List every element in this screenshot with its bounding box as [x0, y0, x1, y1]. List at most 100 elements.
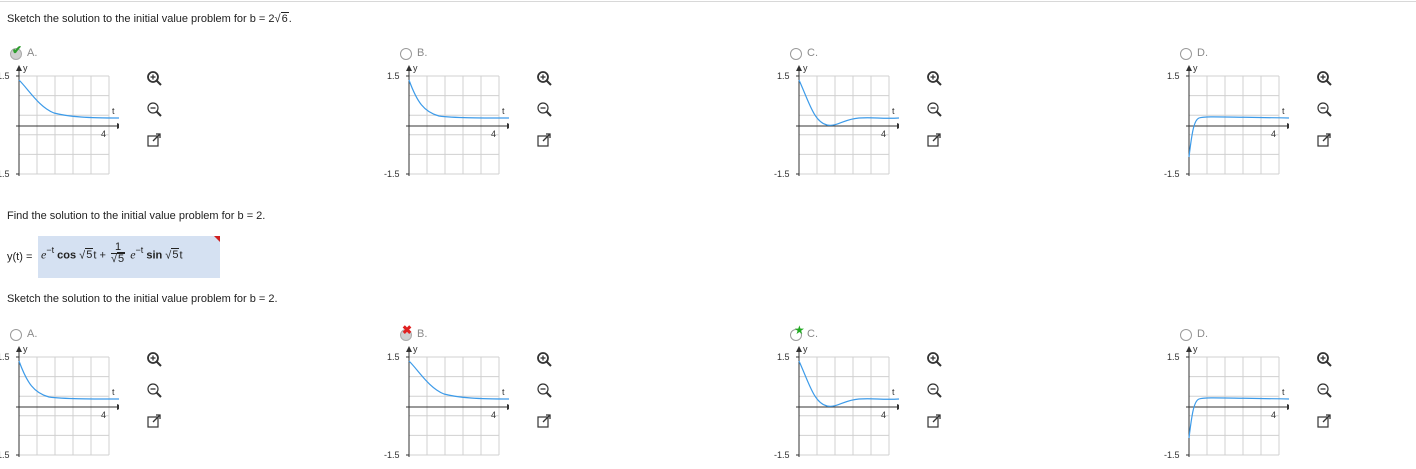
x-axis-arrow	[507, 404, 514, 410]
y-axis-label: y	[1193, 63, 1198, 73]
open-external-icon[interactable]	[536, 132, 553, 149]
open-external-button[interactable]	[146, 132, 163, 149]
choice-option-b[interactable]: ✖ B. y 1.5 -1.5 t 4	[384, 324, 580, 469]
graph-grid	[798, 356, 890, 456]
zoom-in-button[interactable]	[536, 70, 553, 87]
answer-lhs: y(t) =	[7, 251, 33, 263]
exp-base-2: e	[130, 247, 136, 262]
choice-label: B.	[417, 328, 428, 340]
solution-graph: y 1.5 -1.5 t 4	[0, 344, 124, 460]
solution-curve	[408, 79, 510, 119]
x-axis-label: t	[892, 106, 895, 116]
radio-button[interactable]	[400, 48, 412, 60]
y-axis-arrow	[796, 346, 802, 352]
choice-option-c[interactable]: C. y 1.5 -1.5 t 4	[774, 47, 970, 188]
zoom-out-icon[interactable]	[1316, 101, 1333, 118]
zoom-in-button[interactable]	[146, 70, 163, 87]
zoom-in-icon[interactable]	[146, 70, 163, 87]
y-tick-label-top: 1.5	[387, 71, 400, 81]
y-tick-label-top: 1.5	[777, 352, 790, 362]
y-axis-label: y	[1193, 344, 1198, 354]
zoom-in-button[interactable]	[1316, 351, 1333, 368]
x-axis-arrow	[1287, 404, 1294, 410]
choice-option-a[interactable]: A. y 1.5 -1.5 t 4	[0, 328, 190, 469]
zoom-out-button[interactable]	[536, 101, 553, 118]
open-external-icon[interactable]	[1316, 132, 1333, 149]
x-axis-label: t	[1282, 106, 1285, 116]
graph-grid	[1188, 356, 1280, 456]
x-axis-label: t	[1282, 387, 1285, 397]
zoom-in-icon[interactable]	[926, 351, 943, 368]
open-external-icon[interactable]	[536, 413, 553, 430]
zoom-out-button[interactable]	[1316, 101, 1333, 118]
zoom-in-icon[interactable]	[536, 70, 553, 87]
zoom-in-button[interactable]	[1316, 70, 1333, 87]
zoom-out-button[interactable]	[1316, 382, 1333, 399]
y-axis-label: y	[803, 344, 808, 354]
choice-option-b[interactable]: B. y 1.5 -1.5 t 4	[384, 47, 580, 188]
graph-grid	[408, 356, 500, 456]
zoom-in-icon[interactable]	[146, 351, 163, 368]
zoom-in-button[interactable]	[146, 351, 163, 368]
solution-graph: y 1.5 -1.5 t 4	[384, 344, 514, 460]
radio-button[interactable]	[1180, 329, 1192, 341]
zoom-out-button[interactable]	[146, 382, 163, 399]
choice-label: C.	[807, 47, 818, 59]
zoom-out-button[interactable]	[926, 101, 943, 118]
y-tick-label-top: 1.5	[1167, 71, 1180, 81]
open-external-button[interactable]	[536, 132, 553, 149]
fraction-denominator: √5	[110, 252, 126, 265]
zoom-in-icon[interactable]	[1316, 70, 1333, 87]
x-axis-label: t	[112, 387, 115, 397]
x-axis-label: t	[502, 106, 505, 116]
open-external-button[interactable]	[536, 413, 553, 430]
zoom-out-icon[interactable]	[926, 101, 943, 118]
y-axis-arrow	[16, 65, 22, 71]
zoom-out-icon[interactable]	[146, 101, 163, 118]
zoom-in-button[interactable]	[926, 351, 943, 368]
zoom-out-button[interactable]	[536, 382, 553, 399]
open-external-icon[interactable]	[926, 413, 943, 430]
zoom-in-icon[interactable]	[926, 70, 943, 87]
exponent: −t	[46, 245, 55, 256]
open-external-icon[interactable]	[146, 132, 163, 149]
y-axis-arrow	[406, 346, 412, 352]
open-external-button[interactable]	[146, 413, 163, 430]
sin-function: sin	[146, 249, 163, 262]
choice-option-d[interactable]: D. y 1.5 -1.5 t 4	[1164, 328, 1360, 469]
x-tick-label: 4	[101, 129, 106, 139]
choice-option-c[interactable]: ★ C. y 1.5 -1.5 t 4	[774, 324, 970, 469]
zoom-out-button[interactable]	[146, 101, 163, 118]
open-external-button[interactable]	[1316, 132, 1333, 149]
zoom-out-icon[interactable]	[146, 382, 163, 399]
zoom-out-icon[interactable]	[536, 382, 553, 399]
cos-function: cos	[57, 249, 77, 262]
zoom-in-button[interactable]	[926, 70, 943, 87]
radio-button[interactable]	[790, 48, 802, 60]
choice-option-d[interactable]: D. y 1.5 -1.5 t 4	[1164, 47, 1360, 188]
choice-option-a[interactable]: ✔ A. y 1.5 -1.5 t 4	[0, 44, 190, 188]
zoom-out-icon[interactable]	[536, 101, 553, 118]
zoom-in-icon[interactable]	[536, 351, 553, 368]
question-1-suffix: .	[288, 13, 292, 25]
graph-grid	[798, 75, 890, 175]
open-external-button[interactable]	[1316, 413, 1333, 430]
zoom-out-icon[interactable]	[926, 382, 943, 399]
open-external-button[interactable]	[926, 413, 943, 430]
open-external-icon[interactable]	[1316, 413, 1333, 430]
graph-container: y 1.5 -1.5 t 4	[1159, 60, 1294, 181]
radio-button[interactable]	[1180, 48, 1192, 60]
solution-graph: y 1.5 -1.5 t 4	[1164, 344, 1294, 460]
radio-button[interactable]	[10, 329, 22, 341]
zoom-out-icon[interactable]	[1316, 382, 1333, 399]
open-external-button[interactable]	[926, 132, 943, 149]
zoom-in-icon[interactable]	[1316, 351, 1333, 368]
x-axis-arrow	[897, 123, 904, 129]
graph-container: y 1.5 -1.5 t 4	[769, 341, 904, 462]
zoom-out-button[interactable]	[926, 382, 943, 399]
solution-graph: y 1.5 -1.5 t 4	[1164, 63, 1294, 179]
question-1: Sketch the solution to the initial value…	[7, 12, 292, 25]
open-external-icon[interactable]	[926, 132, 943, 149]
zoom-in-button[interactable]	[536, 351, 553, 368]
open-external-icon[interactable]	[146, 413, 163, 430]
